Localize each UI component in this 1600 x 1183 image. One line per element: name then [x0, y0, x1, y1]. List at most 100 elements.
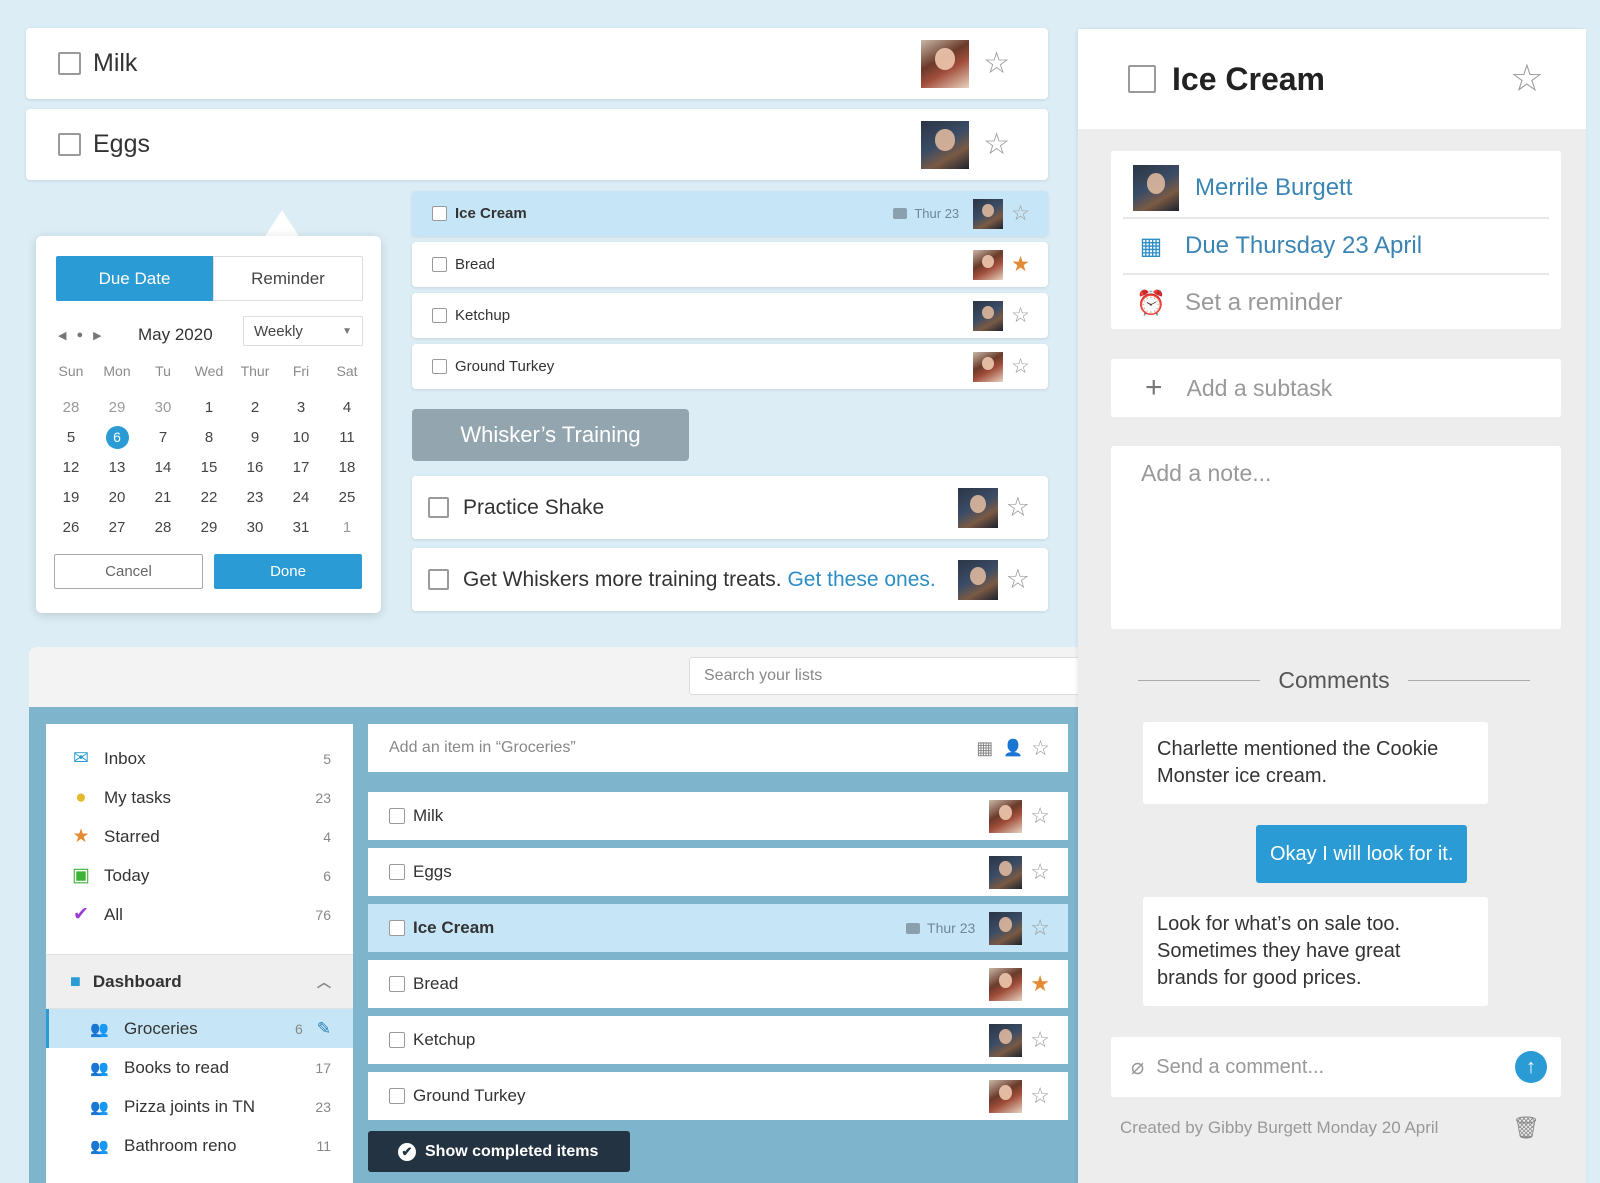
- calendar-day[interactable]: 22: [186, 489, 232, 506]
- sidebar-item-today[interactable]: ▣ Today 6: [46, 856, 353, 895]
- calendar-day[interactable]: 23: [232, 489, 278, 506]
- calendar-day[interactable]: 30: [140, 399, 186, 416]
- assign-person-icon[interactable]: 👤: [1003, 738, 1023, 758]
- show-completed-button[interactable]: ✔ Show completed items: [368, 1131, 630, 1172]
- calendar-day[interactable]: 15: [186, 459, 232, 476]
- send-comment-input[interactable]: ⌀ Send a comment... ↑: [1111, 1037, 1561, 1097]
- calendar-day[interactable]: 8: [186, 429, 232, 446]
- calendar-day[interactable]: 25: [324, 489, 370, 506]
- calendar-day[interactable]: 9: [232, 429, 278, 446]
- send-arrow-icon[interactable]: ↑: [1515, 1051, 1547, 1083]
- task-checkbox[interactable]: [432, 206, 447, 221]
- sidebar-list-books[interactable]: 👥 Books to read 17: [46, 1048, 353, 1087]
- task-checkbox[interactable]: [1128, 65, 1156, 93]
- list-item-ground-turkey[interactable]: Ground Turkey ☆: [368, 1072, 1068, 1120]
- repeat-select[interactable]: Weekly ▼: [243, 316, 363, 346]
- task-checkbox[interactable]: [428, 497, 449, 518]
- task-checkbox[interactable]: [389, 976, 405, 992]
- list-item-milk[interactable]: Milk ☆: [368, 792, 1068, 840]
- sidebar-list-groceries[interactable]: 👥 Groceries 6 ✎: [46, 1009, 353, 1048]
- star-filled-icon[interactable]: ★: [1030, 973, 1050, 995]
- calendar-day[interactable]: 17: [278, 459, 324, 476]
- due-date-row[interactable]: ▦ Due Thursday 23 April: [1123, 219, 1549, 275]
- calendar-day[interactable]: 27: [94, 519, 140, 536]
- add-item-input[interactable]: Add an item in “Groceries” ▦ 👤 ☆: [368, 724, 1068, 772]
- prev-month-icon[interactable]: ◀: [58, 329, 66, 342]
- note-textarea[interactable]: Add a note...: [1111, 446, 1561, 629]
- task-row-ketchup[interactable]: Ketchup ☆: [412, 293, 1048, 338]
- task-checkbox[interactable]: [389, 808, 405, 824]
- folder-dashboard[interactable]: ■ Dashboard ︿: [46, 954, 353, 1009]
- calendar-day[interactable]: 3: [278, 399, 324, 416]
- tab-due-date[interactable]: Due Date: [56, 256, 213, 301]
- calendar-day[interactable]: 10: [278, 429, 324, 446]
- calendar-day[interactable]: 24: [278, 489, 324, 506]
- calendar-day[interactable]: 14: [140, 459, 186, 476]
- star-filled-icon[interactable]: ★: [1011, 254, 1030, 275]
- calendar-day[interactable]: 28: [140, 519, 186, 536]
- task-card-milk[interactable]: Milk ☆: [26, 28, 1048, 99]
- calendar-day[interactable]: 29: [186, 519, 232, 536]
- sidebar-item-inbox[interactable]: ✉ Inbox 5: [46, 739, 353, 778]
- task-row-ground-turkey[interactable]: Ground Turkey ☆: [412, 344, 1048, 389]
- calendar-day[interactable]: 13: [94, 459, 140, 476]
- list-item-eggs[interactable]: Eggs ☆: [368, 848, 1068, 896]
- star-icon[interactable]: ☆: [1030, 917, 1050, 939]
- search-input[interactable]: Search your lists: [689, 657, 1079, 695]
- star-icon[interactable]: ☆: [983, 48, 1010, 79]
- sidebar-list-bathroom[interactable]: 👥 Bathroom reno 11: [46, 1126, 353, 1165]
- paperclip-icon[interactable]: ⌀: [1131, 1054, 1144, 1080]
- calendar-day[interactable]: 18: [324, 459, 370, 476]
- add-subtask-input[interactable]: + Add a subtask: [1111, 359, 1561, 417]
- task-checkbox[interactable]: [432, 308, 447, 323]
- assignee-row[interactable]: Merrile Burgett: [1123, 159, 1549, 219]
- detail-title[interactable]: Ice Cream: [1172, 61, 1510, 98]
- calendar-day[interactable]: 29: [94, 399, 140, 416]
- calendar-icon[interactable]: ▦: [976, 738, 993, 759]
- task-row-bread[interactable]: Bread ★: [412, 242, 1048, 287]
- star-icon[interactable]: ☆: [1030, 805, 1050, 827]
- star-icon[interactable]: ☆: [983, 129, 1010, 160]
- star-icon[interactable]: ☆: [1030, 1085, 1050, 1107]
- star-icon[interactable]: ☆: [1011, 356, 1030, 377]
- chevron-up-icon[interactable]: ︿: [317, 972, 331, 992]
- calendar-day-selected[interactable]: 6: [94, 425, 140, 449]
- star-icon[interactable]: ☆: [1031, 738, 1050, 759]
- star-icon[interactable]: ☆: [1011, 203, 1030, 224]
- list-item-bread[interactable]: Bread ★: [368, 960, 1068, 1008]
- task-checkbox[interactable]: [432, 257, 447, 272]
- cancel-button[interactable]: Cancel: [54, 554, 203, 589]
- star-icon[interactable]: ☆: [1011, 305, 1030, 326]
- calendar-day[interactable]: 30: [232, 519, 278, 536]
- calendar-day[interactable]: 16: [232, 459, 278, 476]
- calendar-day[interactable]: 7: [140, 429, 186, 446]
- star-icon[interactable]: ☆: [1030, 861, 1050, 883]
- task-checkbox[interactable]: [389, 920, 405, 936]
- edit-pencil-icon[interactable]: ✎: [317, 1019, 331, 1039]
- calendar-day[interactable]: 21: [140, 489, 186, 506]
- sidebar-item-all[interactable]: ✔ All 76: [46, 895, 353, 934]
- calendar-day[interactable]: 4: [324, 399, 370, 416]
- star-icon[interactable]: ☆: [1006, 494, 1030, 521]
- done-button[interactable]: Done: [214, 554, 362, 589]
- star-icon[interactable]: ☆: [1006, 566, 1030, 593]
- calendar-day[interactable]: 2: [232, 399, 278, 416]
- task-checkbox[interactable]: [432, 359, 447, 374]
- task-checkbox[interactable]: [58, 133, 81, 156]
- tab-reminder[interactable]: Reminder: [213, 256, 363, 301]
- next-month-icon[interactable]: ▶: [93, 329, 101, 342]
- sidebar-item-starred[interactable]: ★ Starred 4: [46, 817, 353, 856]
- reminder-row[interactable]: ⏰ Set a reminder: [1123, 275, 1549, 331]
- star-icon[interactable]: ☆: [1510, 60, 1544, 98]
- task-card-eggs[interactable]: Eggs ☆: [26, 109, 1048, 180]
- calendar-day[interactable]: 12: [48, 459, 94, 476]
- task-checkbox[interactable]: [389, 864, 405, 880]
- current-month-dot-icon[interactable]: ●: [76, 329, 83, 341]
- calendar-day[interactable]: 1: [324, 519, 370, 536]
- list-item-ketchup[interactable]: Ketchup ☆: [368, 1016, 1068, 1064]
- list-item-ice-cream[interactable]: Ice Cream Thur 23 ☆: [368, 904, 1068, 952]
- trash-icon[interactable]: 🗑: [1512, 1115, 1540, 1141]
- sidebar-item-my-tasks[interactable]: ● My tasks 23: [46, 778, 353, 817]
- task-link[interactable]: Get these ones.: [787, 568, 935, 591]
- calendar-day[interactable]: 28: [48, 399, 94, 416]
